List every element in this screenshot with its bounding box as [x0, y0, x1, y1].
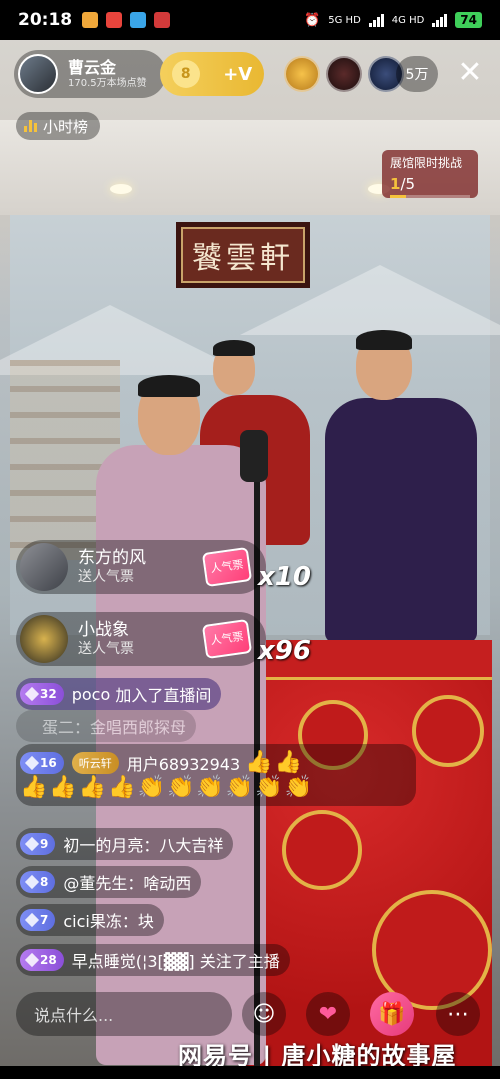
user-level-badge: 16 — [20, 751, 64, 774]
chat-message[interactable]: 7 cici果冻：块 — [16, 904, 164, 936]
gift-box-icon[interactable]: 🎁 — [370, 992, 414, 1036]
gift-notification: 小战象 送人气票 人气票 — [16, 612, 266, 666]
hour-rank-label: 小时榜 — [43, 117, 89, 136]
gem-icon — [24, 755, 40, 770]
challenge-current: 1 — [390, 175, 401, 193]
top-viewers[interactable] — [284, 56, 404, 92]
system-nav-bar — [0, 1066, 500, 1079]
battery-indicator: 74 — [455, 12, 482, 28]
follow-label: +V — [223, 63, 253, 85]
gift-sender-avatar[interactable] — [20, 543, 68, 591]
chat-emoji-line: 👍👍👍👍👏👏👏👏👏👏 — [20, 775, 314, 800]
ceiling-light — [110, 184, 132, 194]
challenge-total: /5 — [400, 175, 416, 193]
signal-icon — [432, 13, 448, 27]
gift-notification: 东方的风 送人气票 人气票 — [16, 540, 266, 594]
emoji-face-icon[interactable]: ☺ — [242, 992, 286, 1036]
gift-action: 送人气票 — [78, 640, 134, 657]
gem-icon — [24, 836, 40, 852]
gem-icon — [24, 952, 40, 968]
chat-username: poco — [71, 684, 111, 704]
chat-text: 加入了直播间 — [115, 686, 212, 705]
chat-username: @董先生 — [63, 874, 128, 893]
user-level-badge: 8 — [20, 871, 56, 893]
viewer-avatar[interactable] — [284, 56, 320, 92]
chat-message[interactable]: 16 听云轩 用户68932943 👍👍 👍👍👍👍👏👏👏👏👏👏 — [16, 744, 416, 806]
signal-icon — [368, 13, 384, 27]
challenge-progress-bar — [390, 195, 470, 198]
network-label: 5G HD — [328, 14, 361, 26]
user-level-badge: 7 — [20, 909, 56, 931]
status-bar: 20:18 ⏰ 5G HD 4G HD 74 — [0, 0, 500, 40]
theater-plaque: 饕雲軒 — [176, 222, 310, 288]
chat-message[interactable]: 28 早点睡觉(¦3[▓▓] 关注了主播 — [16, 944, 290, 976]
chat-message[interactable]: 蛋二：金唱西郎探母 — [16, 710, 197, 742]
challenge-widget[interactable]: 展馆限时挑战 1/5 — [382, 150, 478, 198]
gem-icon — [24, 874, 40, 890]
chat-username: 初一的月亮 — [63, 836, 144, 855]
notification-app-icon — [106, 12, 123, 28]
ticket-gift-icon: 人气票 — [201, 546, 253, 588]
viewer-count[interactable]: 5万 — [396, 56, 438, 92]
ticket-gift-icon: 人气票 — [201, 618, 253, 660]
gem-icon — [24, 686, 40, 702]
host-likes: 170.5万本场点赞 — [68, 77, 147, 89]
viewer-avatar[interactable] — [326, 56, 362, 92]
alarm-icon: ⏰ — [304, 12, 321, 28]
chat-text: 块 — [137, 912, 154, 931]
hour-rank-button[interactable]: 小时榜 — [16, 112, 101, 140]
gift-action: 送人气票 — [78, 568, 134, 585]
chat-message[interactable]: 32 poco 加入了直播间 — [16, 678, 222, 710]
fan-club-badge: 听云轩 — [71, 751, 119, 774]
gift-combo-count: x10 — [258, 562, 311, 592]
user-level-badge: 28 — [20, 949, 64, 971]
chat-text: 蛋二：金唱西郎探母 — [42, 718, 187, 737]
heart-like-icon[interactable]: ❤ — [306, 992, 350, 1036]
microphone — [240, 430, 268, 482]
more-options-icon[interactable]: ⋯ — [436, 992, 480, 1036]
plaque-text: 饕雲軒 — [192, 241, 294, 276]
user-level-badge: 9 — [20, 833, 56, 855]
user-level-badge: 32 — [20, 683, 64, 705]
gem-icon — [24, 912, 40, 928]
close-icon[interactable]: ✕ — [452, 56, 488, 92]
chat-message[interactable]: 8 @董先生：啥动西 — [16, 866, 202, 898]
chat-text: 八大吉祥 — [159, 836, 224, 855]
chat-text: 啥动西 — [143, 874, 192, 893]
chat-username: 早点睡觉(¦3[▓▓] — [71, 952, 195, 971]
gift-sender-avatar[interactable] — [20, 615, 68, 663]
gift-sender-name: 小战象 — [78, 619, 129, 640]
fan-club-button[interactable]: 8 +V — [160, 52, 264, 96]
chat-text: 👍👍 — [245, 750, 305, 775]
host-avatar[interactable] — [18, 54, 58, 94]
comment-input[interactable]: 说点什么... — [16, 992, 232, 1036]
host-name: 曹云金 — [68, 58, 117, 78]
rank-chart-icon — [24, 120, 37, 132]
chat-message[interactable]: 9 初一的月亮：八大吉祥 — [16, 828, 234, 860]
gift-sender-name: 东方的风 — [78, 547, 146, 568]
chat-username: 用户68932943 — [126, 754, 241, 774]
fan-level-coin-icon: 8 — [171, 60, 200, 88]
notification-app-icon — [82, 12, 99, 28]
notification-app-icon — [154, 12, 171, 28]
network-label: 4G HD — [391, 14, 425, 26]
gift-combo-count: x96 — [258, 636, 311, 666]
chat-username: cici果冻 — [63, 912, 122, 931]
challenge-title: 展馆限时挑战 — [390, 156, 463, 170]
clock: 20:18 — [18, 10, 73, 30]
host-profile-card[interactable]: 曹云金 170.5万本场点赞 — [14, 50, 166, 98]
chat-text: 关注了主播 — [199, 952, 280, 971]
notification-app-icon — [130, 12, 147, 28]
